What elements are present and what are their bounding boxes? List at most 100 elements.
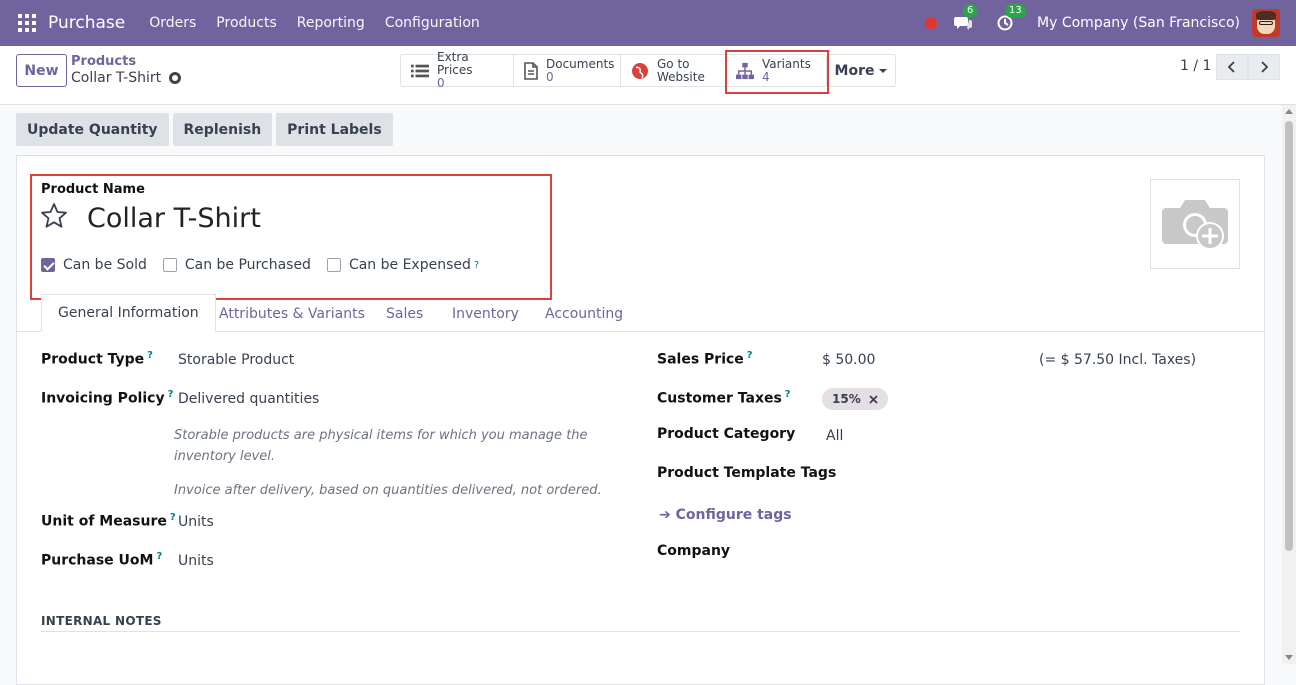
can-be-purchased-checkbox[interactable]: Can be Purchased <box>162 257 311 273</box>
purchase-uom-label-text: Purchase UoM <box>41 552 154 569</box>
breadcrumb-current: Collar T-Shirt <box>71 70 182 86</box>
more-dropdown[interactable]: More <box>827 54 896 87</box>
template-tags-label: Product Template Tags <box>657 465 837 481</box>
can-be-sold-checkbox[interactable]: Can be Sold <box>41 257 147 273</box>
document-icon <box>524 61 538 80</box>
customer-tax-tag-label: 15% <box>832 392 861 406</box>
variants-value: 4 <box>762 69 770 84</box>
activities-clock-icon[interactable]: 13 <box>995 4 1026 33</box>
company-switcher[interactable]: My Company (San Francisco) <box>1037 15 1240 31</box>
smart-buttons: Extra Prices 0 Documents 0 Go to Website Va… <box>400 51 827 90</box>
internal-notes-divider <box>41 631 1240 632</box>
tab-attributes-variants[interactable]: Attributes & Variants <box>219 296 365 332</box>
variants-label: Variants <box>762 56 811 71</box>
breadcrumb-current-label: Collar T-Shirt <box>71 70 162 86</box>
arrow-right-icon: ➔ <box>659 507 676 523</box>
print-labels-button[interactable]: Print Labels <box>276 113 393 146</box>
can-be-expensed-label: Can be Expensed <box>348 257 471 273</box>
apps-menu-icon[interactable] <box>18 14 36 32</box>
scroll-thumb[interactable] <box>1285 121 1293 551</box>
customer-tax-tag: 15% <box>822 388 888 410</box>
uom-label: Unit of Measure? <box>41 512 176 530</box>
header-actions: Update Quantity Replenish Print Labels <box>16 113 393 146</box>
invoice-help-text: Invoice after delivery, based on quantit… <box>174 483 602 498</box>
messages-icon[interactable]: 6 <box>953 4 978 33</box>
top-navbar: Purchase Orders Products Reporting Confi… <box>0 0 1296 46</box>
documents-button[interactable]: Documents 0 <box>514 55 621 86</box>
messages-badge: 6 <box>963 4 978 18</box>
invoicing-policy-select[interactable]: Delivered quantities <box>178 391 319 407</box>
page-scrollbar[interactable] <box>1282 105 1296 664</box>
product-type-label-text: Product Type <box>41 351 145 368</box>
app-brand[interactable]: Purchase <box>48 13 125 33</box>
sales-price-input[interactable]: $ 50.00 <box>822 352 875 368</box>
storable-help-text: Storable products are physical items for… <box>174 428 588 464</box>
navbar-systray: 6 13 My Company (San Francisco) <box>925 0 1296 46</box>
replenish-button[interactable]: Replenish <box>172 113 273 146</box>
user-avatar[interactable] <box>1252 9 1280 37</box>
help-tooltip-icon[interactable]: ? <box>747 350 753 361</box>
pager-next-button[interactable] <box>1248 54 1280 80</box>
can-be-expensed-checkbox[interactable]: Can be Expensed ? <box>326 257 479 273</box>
product-type-label: Product Type? <box>41 350 153 368</box>
variants-button[interactable]: Variants 4 <box>726 55 826 86</box>
product-checkboxes: Can be Sold Can be Purchased Can be Expe… <box>41 257 495 273</box>
sales-price-label-text: Sales Price <box>657 351 744 368</box>
checkbox-unchecked-icon <box>326 258 341 272</box>
documents-value: 0 <box>546 69 554 84</box>
product-name-input[interactable]: Collar T-Shirt <box>87 203 261 234</box>
product-category-input[interactable]: All <box>826 428 843 444</box>
extra-prices-button[interactable]: Extra Prices 0 <box>401 51 514 90</box>
product-name-label: Product Name <box>41 182 145 197</box>
uom-label-text: Unit of Measure <box>41 513 167 530</box>
globe-icon <box>631 62 649 80</box>
close-icon[interactable] <box>869 394 878 404</box>
caret-down-icon <box>879 68 888 73</box>
form-tabs: General Information Attributes & Variant… <box>16 292 1265 332</box>
tab-sales[interactable]: Sales <box>386 296 423 332</box>
internal-notes-title: INTERNAL NOTES <box>41 614 162 628</box>
product-type-select[interactable]: Storable Product <box>178 352 294 368</box>
extra-prices-label: Extra Prices <box>437 50 473 77</box>
tab-general-information[interactable]: General Information <box>41 294 216 332</box>
new-button[interactable]: New <box>16 54 67 87</box>
product-image-upload[interactable] <box>1150 179 1240 269</box>
menu-configuration[interactable]: Configuration <box>385 15 480 31</box>
help-tooltip-icon[interactable]: ? <box>785 389 791 400</box>
customer-taxes-label: Customer Taxes? <box>657 389 791 407</box>
activities-badge: 13 <box>1005 4 1026 18</box>
chevron-right-icon <box>1261 61 1268 73</box>
help-tooltip-icon[interactable]: ? <box>474 260 479 271</box>
help-tooltip-icon[interactable]: ? <box>156 551 162 562</box>
control-panel: New Products Collar T-Shirt Extra Prices… <box>0 46 1296 105</box>
tab-inventory[interactable]: Inventory <box>452 296 519 332</box>
help-tooltip-icon[interactable]: ? <box>147 350 153 361</box>
can-be-purchased-label: Can be Purchased <box>184 257 311 273</box>
gear-icon[interactable] <box>169 72 182 84</box>
record-indicator-icon[interactable] <box>925 17 938 29</box>
scroll-down-icon[interactable] <box>1285 655 1293 660</box>
configure-tags-link[interactable]: ➔ Configure tags <box>659 507 792 523</box>
purchase-uom-select[interactable]: Units <box>178 553 214 569</box>
breadcrumb-parent[interactable]: Products <box>71 54 136 69</box>
more-label: More <box>834 62 875 79</box>
checkbox-checked-icon <box>41 258 55 272</box>
menu-reporting[interactable]: Reporting <box>297 15 365 31</box>
star-icon[interactable] <box>40 202 68 236</box>
uom-select[interactable]: Units <box>178 514 214 530</box>
menu-products[interactable]: Products <box>216 15 276 31</box>
help-tooltip-icon[interactable]: ? <box>168 389 174 400</box>
company-label: Company <box>657 543 731 559</box>
sales-price-label: Sales Price? <box>657 350 753 368</box>
purchase-uom-label: Purchase UoM? <box>41 551 162 569</box>
update-quantity-button[interactable]: Update Quantity <box>16 113 169 146</box>
go-to-website-button[interactable]: Go to Website <box>621 55 726 86</box>
pager-previous-button[interactable] <box>1216 54 1248 80</box>
tab-accounting[interactable]: Accounting <box>545 296 623 332</box>
scroll-up-icon[interactable] <box>1285 109 1293 114</box>
pager-value[interactable]: 1 / 1 <box>1180 58 1211 74</box>
configure-tags-label: Configure tags <box>675 507 792 523</box>
customer-taxes-label-text: Customer Taxes <box>657 390 782 407</box>
menu-orders[interactable]: Orders <box>149 15 196 31</box>
help-tooltip-icon[interactable]: ? <box>170 512 176 523</box>
